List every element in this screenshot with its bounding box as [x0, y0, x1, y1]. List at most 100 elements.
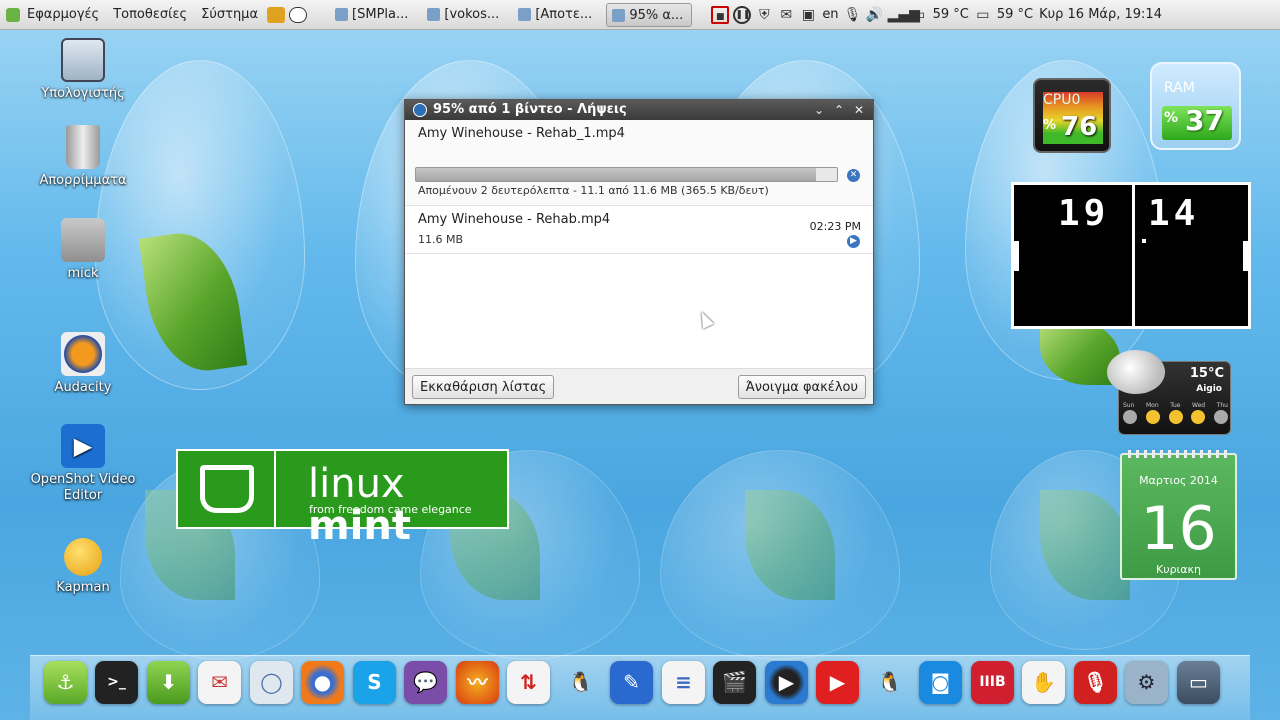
eyes-icon[interactable]	[289, 6, 308, 23]
tv-app-icon[interactable]: IIIB	[971, 661, 1014, 704]
microphone-icon[interactable]: 🎙	[844, 6, 862, 24]
downloads-footer: Εκκαθάριση λίστας Άνοιγμα φακέλου	[405, 368, 873, 404]
drive-icon[interactable]: ▭	[910, 6, 928, 24]
downloads-app-icon	[413, 103, 427, 117]
desktop-icon-trash[interactable]: Απορρίμματα	[28, 125, 138, 189]
desktop-show-icon[interactable]: ▭	[1177, 661, 1220, 704]
kapman-icon	[64, 538, 102, 576]
skype-icon[interactable]: S	[353, 661, 396, 704]
sun-icon	[1145, 410, 1160, 424]
task-downloads[interactable]: 95% α...	[606, 2, 693, 27]
signal-icon[interactable]: ▂▄▆	[888, 6, 920, 24]
pong-right-score: 14	[1148, 193, 1200, 234]
window-title: 95% από 1 βίντεο - Λήψεις	[433, 102, 627, 117]
penguins-icon[interactable]: 🐧	[868, 661, 911, 704]
window-titlebar[interactable]: 95% από 1 βίντεο - Λήψεις ⌄ ⌃ ✕	[405, 100, 873, 120]
chat-icon[interactable]: 💬	[404, 661, 447, 704]
task-vokos[interactable]: [vokos...	[422, 3, 507, 27]
media-player-icon[interactable]: ▶	[765, 661, 808, 704]
mint-logo	[178, 451, 276, 527]
pong-clock-widget[interactable]: 19 14	[1011, 182, 1251, 329]
weather-day: Sun	[1123, 402, 1135, 409]
chromium-icon[interactable]: ◯	[250, 661, 293, 704]
ram-label: RAM	[1164, 80, 1195, 96]
launcher-icon[interactable]	[267, 6, 286, 23]
weather-days: Sun Mon Tue Wed Thu	[1123, 402, 1228, 409]
keyboard-layout[interactable]: en	[819, 7, 841, 22]
ram-widget[interactable]: RAM % 37	[1150, 62, 1241, 150]
camera-icon[interactable]: ◙	[919, 661, 962, 704]
download-size: 11.6 MB	[418, 233, 464, 246]
transfer-icon[interactable]: ⇅	[507, 661, 550, 704]
menu-applications[interactable]: Εφαρμογές	[20, 0, 106, 30]
mail-icon[interactable]: ✉	[777, 6, 795, 24]
desktop-icon-audacity[interactable]: Audacity	[28, 332, 138, 396]
mail-client-icon[interactable]: ✉	[198, 661, 241, 704]
firefox-icon[interactable]: ●	[301, 661, 344, 704]
screen-icon[interactable]: ▣	[799, 6, 817, 24]
desktop-icon-label: Audacity	[54, 380, 112, 395]
cpu-widget[interactable]: CPU0 % 76	[1033, 78, 1111, 153]
download-progress-fill	[416, 168, 816, 181]
minimize-icon[interactable]: ⌄	[809, 100, 829, 120]
record-stop-icon[interactable]: ■	[711, 5, 730, 24]
pong-net	[1132, 185, 1135, 326]
maximize-icon[interactable]: ⌃	[829, 100, 849, 120]
volume-icon[interactable]: 🔊	[866, 6, 884, 24]
desktop-icon-computer[interactable]: Υπολογιστής	[28, 38, 138, 102]
openshot-icon: ▶	[61, 424, 105, 468]
download-progress-bar	[415, 167, 838, 182]
terminal-icon[interactable]: >_	[95, 661, 138, 704]
clapperboard-icon[interactable]: 🎬	[713, 661, 756, 704]
brand-light: linux	[308, 461, 405, 507]
calendar-rings	[1128, 450, 1230, 458]
paint-brush-icon[interactable]: ✎	[610, 661, 653, 704]
pause-icon[interactable]: ❚❚	[733, 5, 752, 24]
microphone-app-icon[interactable]: 🎙	[1074, 661, 1117, 704]
document-icon[interactable]: ≡	[662, 661, 705, 704]
pong-right-paddle	[1243, 241, 1248, 271]
anchor-icon[interactable]: ⚓	[44, 661, 87, 704]
play-download-icon[interactable]: ▶	[847, 235, 860, 248]
cancel-download-icon[interactable]: ✕	[847, 169, 860, 182]
sun-icon	[1168, 410, 1183, 424]
clock[interactable]: Κυρ 16 Μάρ, 19:14	[1036, 7, 1165, 22]
temperature-1: 59 °C	[932, 7, 969, 22]
download-item[interactable]: Amy Winehouse - Rehab_1.mp4 ✕ Απομένουν …	[405, 120, 873, 206]
clear-list-button[interactable]: Εκκαθάριση λίστας	[412, 375, 555, 399]
weather-widget[interactable]: 15°C Aigio Sun Mon Tue Wed Thu	[1107, 350, 1231, 435]
trash-icon	[66, 125, 100, 169]
mint-menu-icon[interactable]	[6, 7, 20, 22]
audio-wave-icon[interactable]: 〰	[456, 661, 499, 704]
home-folder-icon	[61, 218, 105, 262]
download-item[interactable]: Amy Winehouse - Rehab.mp4 02:23 PM 11.6 …	[405, 206, 873, 254]
menu-system[interactable]: Σύστημα	[194, 0, 265, 30]
download-manager-icon[interactable]: ⬇	[147, 661, 190, 704]
finger-icon[interactable]: ✋	[1022, 661, 1065, 704]
task-smplayer[interactable]: [SMPla...	[330, 3, 416, 27]
desktop-icon-kapman[interactable]: Kapman	[28, 538, 138, 596]
desktop-icon-openshot[interactable]: ▶ OpenShot Video Editor	[28, 424, 138, 504]
mint-tagline: from freedom came elegance	[309, 503, 472, 516]
weather-temp: 15°C	[1189, 366, 1224, 381]
video-settings-icon[interactable]: ⚙	[1125, 661, 1168, 704]
calendar-widget[interactable]: Μαρτιος 2014 16 Κυριακη	[1120, 450, 1237, 580]
cpu-percent-sign: %	[1043, 118, 1057, 133]
download-time: 02:23 PM	[809, 220, 861, 233]
menu-places[interactable]: Τοποθεσίες	[106, 0, 194, 30]
youtube-icon[interactable]: ▶	[816, 661, 859, 704]
weather-day: Mon	[1145, 402, 1159, 409]
desktop-icon-home[interactable]: mick	[28, 218, 138, 282]
close-icon[interactable]: ✕	[849, 100, 869, 120]
shield-icon[interactable]: ⛨	[755, 6, 773, 24]
download-filename: Amy Winehouse - Rehab.mp4	[418, 212, 611, 227]
ram-value: 37	[1185, 104, 1224, 137]
task-results[interactable]: [Αποτε...	[513, 3, 600, 27]
weather-day: Wed	[1192, 402, 1206, 409]
cloud-icon	[1123, 410, 1137, 424]
weather-day: Thu	[1216, 402, 1228, 409]
open-folder-button[interactable]: Άνοιγμα φακέλου	[737, 375, 866, 399]
download-filename: Amy Winehouse - Rehab_1.mp4	[418, 126, 625, 141]
penguin-icon[interactable]: 🐧	[559, 661, 602, 704]
drive-temp-icon: ▭	[976, 6, 990, 23]
